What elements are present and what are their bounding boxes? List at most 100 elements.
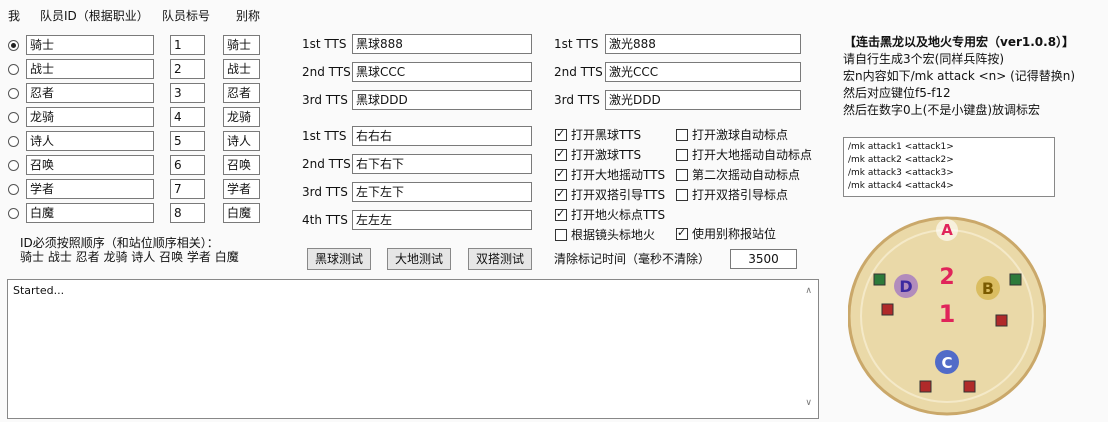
header-me: 我 [8,9,21,23]
instruction-4: 然后在数字0上(不是小键盘)放调标宏 [843,103,1040,117]
svg-text:B: B [982,279,994,298]
tts-input[interactable]: 左下左下 [352,182,532,202]
member-id-input[interactable]: 召唤 [26,155,154,175]
member-mark-input[interactable]: 7 [170,179,205,199]
member-radio[interactable] [8,208,19,219]
member-id-input[interactable]: 骑士 [26,35,154,55]
member-radio[interactable] [8,136,19,147]
option-checkbox[interactable] [555,229,567,241]
member-id-input[interactable]: 龙骑 [26,107,154,127]
land-test-button[interactable]: 大地测试 [387,248,451,270]
member-mark-input[interactable]: 4 [170,107,205,127]
scroll-down-icon[interactable]: ∨ [805,398,812,408]
tts-label: 2nd TTS [302,65,351,79]
option-checkbox[interactable] [555,127,567,141]
option-checkbox[interactable] [555,207,567,221]
member-mark-input[interactable]: 5 [170,131,205,151]
member-radio[interactable] [8,160,19,171]
macro-line: /mk attack3 <attack3> [848,168,954,178]
instruction-1: 请自行生成3个宏(同样兵阵按) [843,52,1004,66]
svg-text:C: C [941,354,952,372]
party-tile-icon [881,303,894,316]
header-alias: 别称 [236,9,261,23]
member-radio[interactable] [8,64,19,75]
tts-label: 2nd TTS [302,157,351,171]
member-id-input[interactable]: 诗人 [26,131,154,151]
tts-label: 3rd TTS [302,93,348,107]
member-alias-input[interactable]: 忍者 [223,83,260,103]
member-mark-input[interactable]: 8 [170,203,205,223]
option-label: 打开地火标点TTS [571,208,666,222]
option-checkbox[interactable] [676,149,688,161]
marker-d-icon: D [894,274,918,298]
macro-title: 【连击黑龙以及地火专用宏（ver1.0.8）】 [844,35,1075,49]
option-checkbox[interactable] [676,189,688,201]
use-alias-label: 使用别称报站位 [692,227,777,241]
member-alias-input[interactable]: 学者 [223,179,260,199]
member-id-input[interactable]: 战士 [26,59,154,79]
option-label: 打开黑球TTS [571,128,642,142]
party-tile-icon [919,380,932,393]
member-alias-input[interactable]: 战士 [223,59,260,79]
tts-input[interactable]: 激光CCC [605,62,801,82]
option-label: 打开激球TTS [571,148,642,162]
tts-input[interactable]: 左左左 [352,210,532,230]
member-id-input[interactable]: 学者 [26,179,154,199]
party-tile-icon [873,273,886,286]
tts-label: 3rd TTS [302,185,348,199]
member-radio[interactable] [8,88,19,99]
marker-2-icon: 2 [939,265,954,290]
tts-input[interactable]: 激光888 [605,34,801,54]
macro-line: /mk attack2 <attack2> [848,155,954,165]
member-alias-input[interactable]: 龙骑 [223,107,260,127]
member-mark-input[interactable]: 6 [170,155,205,175]
use-alias-checkbox[interactable] [676,226,688,240]
tts-input[interactable]: 黑球DDD [352,90,532,110]
tts-input[interactable]: 黑球CCC [352,62,532,82]
tts-label: 1st TTS [554,37,599,51]
tts-label: 1st TTS [302,37,347,51]
clear-time-input[interactable]: 3500 [730,249,797,269]
header-member-id: 队员ID（根据职业） [40,9,149,23]
member-alias-input[interactable]: 白魔 [223,203,260,223]
clear-time-label: 清除标记时间（毫秒不清除） [554,252,711,266]
marker-1-icon: 1 [939,300,956,328]
member-alias-input[interactable]: 召唤 [223,155,260,175]
member-radio[interactable] [8,184,19,195]
option-checkbox[interactable] [555,167,567,181]
macro-textbox[interactable]: /mk attack1 <attack1> /mk attack2 <attac… [843,137,1055,197]
option-checkbox[interactable] [676,169,688,181]
member-radio[interactable] [8,112,19,123]
member-alias-input[interactable]: 诗人 [223,131,260,151]
tts-input[interactable]: 激光DDD [605,90,801,110]
ball-test-button[interactable]: 黑球测试 [307,248,371,270]
double-test-button[interactable]: 双搭测试 [468,248,532,270]
tts-input[interactable]: 黑球888 [352,34,532,54]
option-label: 打开双搭引导标点 [692,188,789,202]
party-tile-icon [1009,273,1022,286]
instruction-2: 宏n内容如下/mk attack <n> (记得替换n) [843,69,1076,83]
option-label: 打开激球自动标点 [692,128,789,142]
log-text: Started... [13,284,65,297]
tts-input[interactable]: 右下右下 [352,154,532,174]
scroll-up-icon[interactable]: ∧ [805,286,812,296]
tts-input[interactable]: 右右右 [352,126,532,146]
marker-a-icon: A [936,219,958,241]
member-mark-input[interactable]: 3 [170,83,205,103]
member-alias-input[interactable]: 骑士 [223,35,260,55]
option-checkbox[interactable] [555,147,567,161]
option-label: 打开大地摇动自动标点 [692,148,813,162]
tts-label: 2nd TTS [554,65,603,79]
log-output[interactable]: Started... ∧ ∨ [7,279,819,419]
member-id-input[interactable]: 忍者 [26,83,154,103]
member-radio[interactable] [8,40,19,51]
option-checkbox[interactable] [555,187,567,201]
party-tile-icon [995,314,1008,327]
option-label: 根据镜头标地火 [571,228,656,242]
member-id-input[interactable]: 白魔 [26,203,154,223]
member-mark-input[interactable]: 1 [170,35,205,55]
party-tile-icon [963,380,976,393]
member-mark-input[interactable]: 2 [170,59,205,79]
arena-map: A D B C 2 1 [848,216,1046,416]
option-checkbox[interactable] [676,129,688,141]
